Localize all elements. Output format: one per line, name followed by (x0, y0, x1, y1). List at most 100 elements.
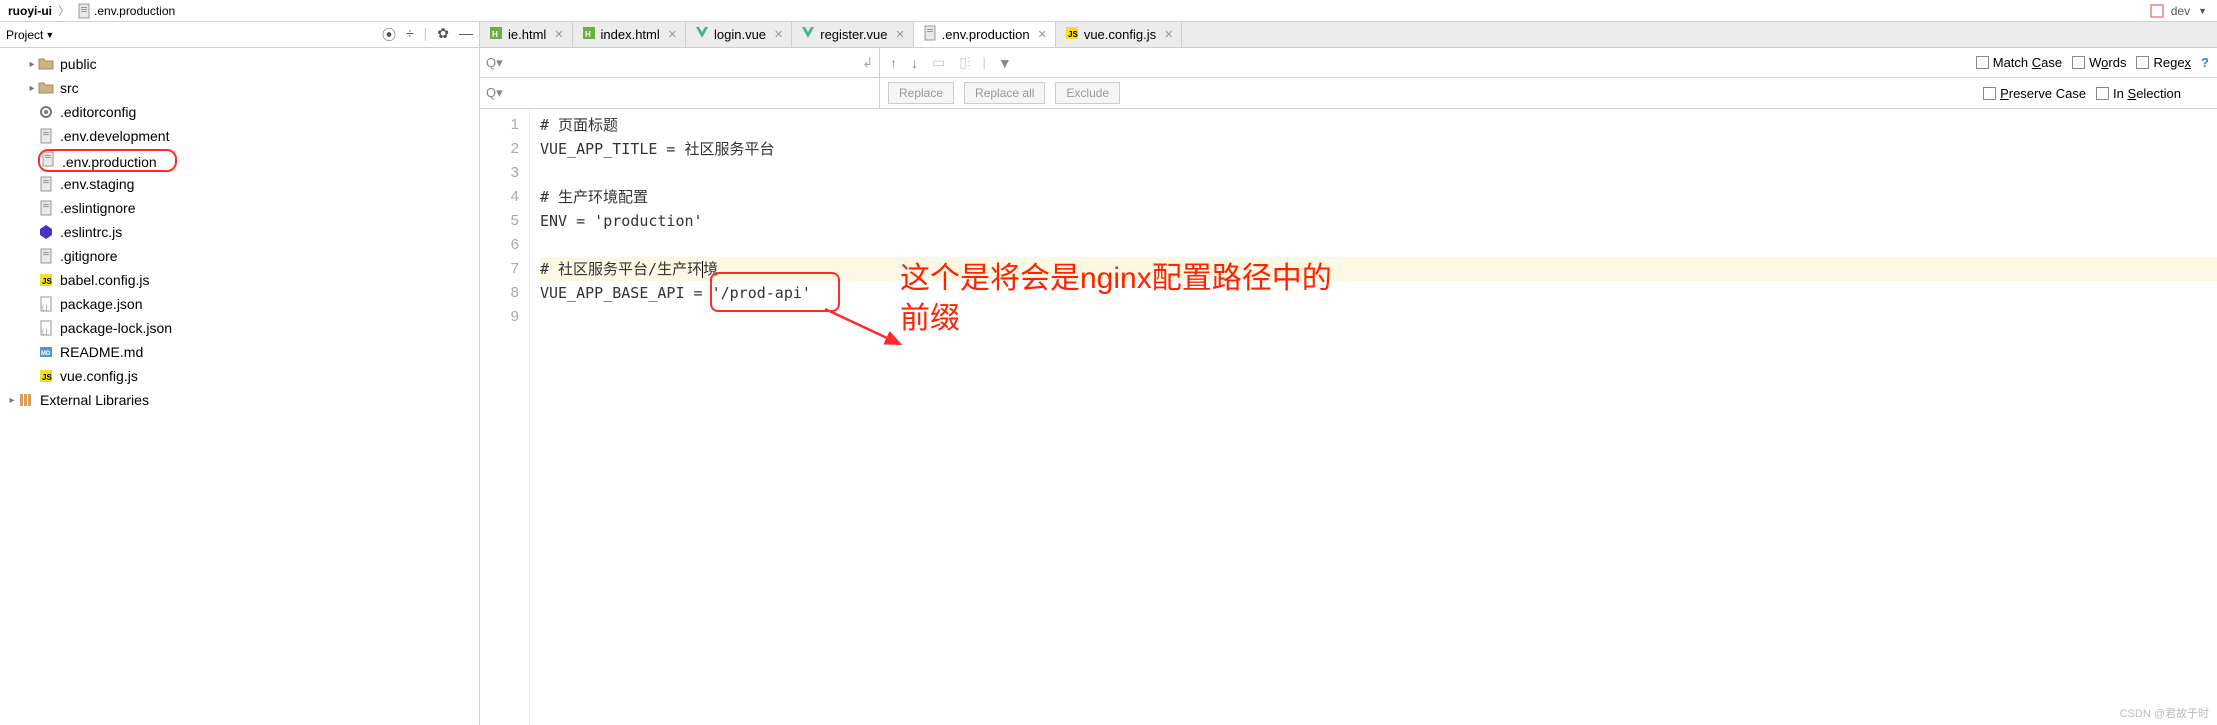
tree-item[interactable]: MDREADME.md (0, 340, 479, 364)
filter-icon[interactable]: ▼ (996, 55, 1014, 71)
search-icon: Q▾ (486, 55, 503, 71)
help-icon[interactable]: ? (2201, 55, 2209, 70)
chevron-down-icon: ▼ (2198, 6, 2207, 16)
code-editor[interactable]: 123456789 这个是将会是nginx配置路径中的 前缀 # 页面标题VUE… (480, 109, 2217, 725)
find-replace-bar: Q▾ ↲ Q▾ ↑ ↓ ▭ ▯⫶ | ▼ Match (480, 48, 2217, 109)
prev-match-icon[interactable]: ↑ (888, 55, 899, 71)
annotation-arrow (820, 304, 910, 354)
tree-item[interactable]: .eslintignore (0, 196, 479, 220)
tree-item[interactable]: .env.production (0, 148, 479, 172)
breadcrumb-project[interactable]: ruoyi-ui (8, 4, 52, 18)
collapse-icon[interactable]: ÷ (406, 25, 414, 45)
replace-button[interactable]: Replace (888, 82, 954, 104)
breadcrumb-sep: 〉 (58, 2, 70, 19)
replace-input[interactable] (505, 86, 873, 101)
file-icon (38, 200, 54, 216)
js-icon: JS (38, 272, 54, 288)
close-icon[interactable]: ✕ (774, 28, 783, 41)
project-tree[interactable]: ▸public▸src.editorconfig.env.development… (0, 48, 479, 416)
close-icon[interactable]: ✕ (1038, 28, 1047, 41)
tree-item[interactable]: JSvue.config.js (0, 364, 479, 388)
locate-icon[interactable]: ⦿ (382, 25, 396, 45)
code-line[interactable]: ENV = 'production' (540, 209, 2217, 233)
exclude-button[interactable]: Exclude (1055, 82, 1120, 104)
gear-icon[interactable]: ✿ (437, 25, 449, 45)
project-panel-title[interactable]: Project ▼ (6, 28, 54, 42)
editor-tab[interactable]: JSvue.config.js✕ (1056, 22, 1182, 47)
html-icon: H (581, 25, 597, 44)
chevron-down-icon: ▼ (45, 30, 54, 40)
tree-item[interactable]: ▸public (0, 52, 479, 76)
file-icon (38, 128, 54, 144)
project-panel: Project ▼ ⦿ ÷ | ✿ — ▸public▸src.editorco… (0, 22, 480, 725)
folder-icon (38, 80, 54, 96)
external-libraries[interactable]: ▸External Libraries (0, 388, 479, 412)
editor-tab[interactable]: login.vue✕ (686, 22, 792, 47)
tree-item[interactable]: .gitignore (0, 244, 479, 268)
file-icon (922, 25, 938, 44)
run-config-selector[interactable]: dev ▼ (2149, 3, 2209, 19)
editor-tab[interactable]: Hie.html✕ (480, 22, 573, 47)
select-all-icon[interactable]: ▭ (930, 54, 947, 71)
editor-tab[interactable]: Hindex.html✕ (573, 22, 686, 47)
watermark: CSDN @君故于时 (2120, 705, 2209, 721)
line-gutter: 123456789 (480, 109, 530, 725)
svg-text:H: H (492, 30, 498, 39)
svg-text:JS: JS (42, 373, 52, 382)
tree-item[interactable]: ▸src (0, 76, 479, 100)
html-icon: H (488, 25, 504, 44)
breadcrumb-file[interactable]: .env.production (76, 3, 177, 19)
close-icon[interactable]: ✕ (668, 28, 677, 41)
code-line[interactable]: VUE_APP_TITLE = 社区服务平台 (540, 137, 2217, 161)
tree-item[interactable]: .eslintrc.js (0, 220, 479, 244)
file-icon (38, 176, 54, 192)
tree-item[interactable]: { }package.json (0, 292, 479, 316)
run-config-icon (2149, 3, 2165, 19)
svg-text:JS: JS (1068, 30, 1078, 39)
newline-icon[interactable]: ↲ (862, 55, 873, 71)
tree-item[interactable]: .editorconfig (0, 100, 479, 124)
close-icon[interactable]: ✕ (1164, 28, 1173, 41)
code-line[interactable] (540, 233, 2217, 257)
svg-text:MD: MD (41, 351, 51, 357)
regex-checkbox[interactable]: Regex (2136, 55, 2191, 70)
words-checkbox[interactable]: Words (2072, 55, 2126, 70)
replace-all-button[interactable]: Replace all (964, 82, 1045, 104)
add-selection-icon[interactable]: ▯⫶ (957, 54, 972, 71)
svg-text:{ }: { } (42, 329, 48, 335)
code-line[interactable] (540, 161, 2217, 185)
tree-item[interactable]: .env.staging (0, 172, 479, 196)
js-icon: JS (1064, 25, 1080, 44)
gear-icon (38, 104, 54, 120)
editor-tab[interactable]: register.vue✕ (792, 22, 913, 47)
in-selection-checkbox[interactable]: In Selection (2096, 86, 2181, 101)
tree-item[interactable]: .env.development (0, 124, 479, 148)
md-icon: MD (38, 344, 54, 360)
file-icon (38, 248, 54, 264)
editor-tabs: Hie.html✕Hindex.html✕login.vue✕register.… (480, 22, 2217, 48)
code-line[interactable]: # 生产环境配置 (540, 185, 2217, 209)
editor-tab[interactable]: .env.production✕ (914, 22, 1056, 47)
json-icon: { } (38, 320, 54, 336)
vue-icon (800, 25, 816, 44)
json-icon: { } (38, 296, 54, 312)
vue-icon (694, 25, 710, 44)
breadcrumb: ruoyi-ui 〉 .env.production dev ▼ (0, 0, 2217, 22)
preserve-case-checkbox[interactable]: Preserve Case (1983, 86, 2086, 101)
next-match-icon[interactable]: ↓ (909, 55, 920, 71)
close-icon[interactable]: ✕ (554, 28, 563, 41)
code-line[interactable]: # 页面标题 (540, 113, 2217, 137)
tree-item[interactable]: JSbabel.config.js (0, 268, 479, 292)
folder-icon (38, 56, 54, 72)
svg-text:H: H (585, 30, 591, 39)
svg-text:JS: JS (42, 277, 52, 286)
minimize-icon[interactable]: — (459, 25, 473, 45)
eslint-icon (38, 224, 54, 240)
close-icon[interactable]: ✕ (895, 28, 904, 41)
search-input[interactable] (505, 55, 862, 70)
search-icon: Q▾ (486, 85, 503, 101)
js-icon: JS (38, 368, 54, 384)
tree-item[interactable]: { }package-lock.json (0, 316, 479, 340)
match-case-checkbox[interactable]: Match Case (1976, 55, 2062, 70)
code-lines[interactable]: 这个是将会是nginx配置路径中的 前缀 # 页面标题VUE_APP_TITLE… (530, 109, 2217, 725)
